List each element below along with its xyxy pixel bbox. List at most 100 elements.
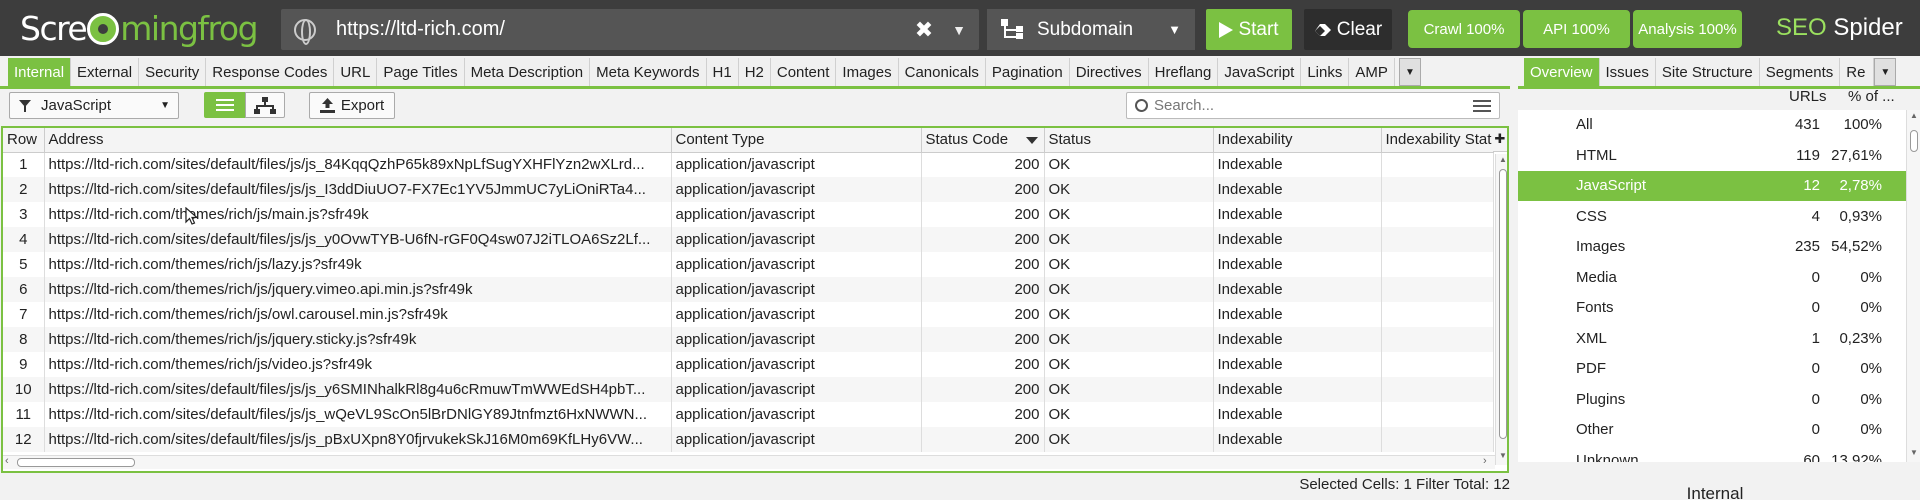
cell-status[interactable]: OK	[1044, 302, 1214, 327]
cell-row-number[interactable]: 8	[3, 327, 45, 352]
cell-status[interactable]: OK	[1044, 152, 1214, 177]
cell-status-code[interactable]: 200	[921, 202, 1045, 227]
table-row[interactable]: 12 https://ltd-rich.com/sites/default/fil…	[3, 427, 1494, 452]
clear-button[interactable]: Clear	[1304, 9, 1392, 50]
cell-indexability[interactable]: Indexable	[1213, 202, 1382, 227]
cell-indexability[interactable]: Indexable	[1213, 327, 1382, 352]
cell-content-type[interactable]: application/javascript	[671, 177, 922, 202]
cell-status-code[interactable]: 200	[921, 302, 1045, 327]
column-header-indexability-stat[interactable]: Indexability Stat	[1381, 128, 1494, 153]
tab-h2[interactable]: H2	[738, 58, 771, 86]
crawl-mode-select[interactable]: Subdomain ▼	[987, 9, 1195, 50]
cell-content-type[interactable]: application/javascript	[671, 227, 922, 252]
overview-row-all[interactable]: All 431 100%	[1518, 110, 1906, 140]
cell-status-code[interactable]: 200	[921, 327, 1045, 352]
column-header-row[interactable]: Row	[3, 128, 45, 153]
cell-status[interactable]: OK	[1044, 352, 1214, 377]
table-row[interactable]: 7 https://ltd-rich.com/themes/rich/js/owl…	[3, 302, 1494, 327]
scroll-right-icon[interactable]: ›	[1483, 455, 1487, 467]
scrollbar-thumb[interactable]	[1910, 130, 1918, 152]
cell-indexability-status[interactable]	[1381, 402, 1494, 427]
tab-canonicals[interactable]: Canonicals	[898, 58, 986, 86]
overview-row-other[interactable]: Other 0 0%	[1518, 415, 1906, 445]
cell-indexability-status[interactable]	[1381, 227, 1494, 252]
overview-row-plugins[interactable]: Plugins 0 0%	[1518, 384, 1906, 414]
cell-status-code[interactable]: 200	[921, 252, 1045, 277]
table-row[interactable]: 9 https://ltd-rich.com/themes/rich/js/vid…	[3, 352, 1494, 377]
tab-javascript[interactable]: JavaScript	[1218, 58, 1302, 86]
cell-address[interactable]: https://ltd-rich.com/sites/default/files…	[44, 377, 672, 402]
tab-links[interactable]: Links	[1301, 58, 1350, 86]
cell-row-number[interactable]: 7	[3, 302, 45, 327]
right-tab-re[interactable]: Re	[1840, 58, 1875, 86]
cell-content-type[interactable]: application/javascript	[671, 252, 922, 277]
tab-page-titles[interactable]: Page Titles	[377, 58, 465, 86]
cell-indexability[interactable]: Indexable	[1213, 177, 1382, 202]
overview-row-fonts[interactable]: Fonts 0 0%	[1518, 293, 1906, 323]
add-column-icon[interactable]: ✚	[1493, 128, 1507, 152]
cell-content-type[interactable]: application/javascript	[671, 277, 922, 302]
cell-content-type[interactable]: application/javascript	[671, 327, 922, 352]
clear-url-icon[interactable]: ✖	[909, 17, 939, 43]
tab-amp[interactable]: AMP	[1349, 58, 1395, 86]
right-tab-site-structure[interactable]: Site Structure	[1655, 58, 1760, 86]
overview-row-images[interactable]: Images 235 54,52%	[1518, 232, 1906, 262]
cell-address[interactable]: https://ltd-rich.com/themes/rich/js/main…	[44, 202, 672, 227]
cell-indexability-status[interactable]	[1381, 277, 1494, 302]
cell-content-type[interactable]: application/javascript	[671, 427, 922, 452]
overview-row-media[interactable]: Media 0 0%	[1518, 262, 1906, 292]
cell-row-number[interactable]: 5	[3, 252, 45, 277]
overview-scrollbar[interactable]: ▲ ▼	[1906, 110, 1920, 462]
url-history-dropdown-icon[interactable]: ▼	[939, 22, 979, 38]
tab-content[interactable]: Content	[770, 58, 837, 86]
scroll-down-icon[interactable]: ▼	[1910, 448, 1918, 457]
overview-col-percent[interactable]: % of ...	[1848, 88, 1895, 105]
list-view-button[interactable]	[204, 92, 245, 118]
cell-status-code[interactable]: 200	[921, 352, 1045, 377]
cell-indexability-status[interactable]	[1381, 327, 1494, 352]
cell-status[interactable]: OK	[1044, 252, 1214, 277]
cell-indexability[interactable]: Indexable	[1213, 152, 1382, 177]
cell-status[interactable]: OK	[1044, 277, 1214, 302]
cell-status-code[interactable]: 200	[921, 377, 1045, 402]
cell-status-code[interactable]: 200	[921, 177, 1045, 202]
cell-row-number[interactable]: 4	[3, 227, 45, 252]
overview-row-pdf[interactable]: PDF 0 0%	[1518, 354, 1906, 384]
tab-hreflang[interactable]: Hreflang	[1148, 58, 1219, 86]
right-tab-issues[interactable]: Issues	[1599, 58, 1656, 86]
tab-url[interactable]: URL	[334, 58, 378, 86]
cell-status[interactable]: OK	[1044, 427, 1214, 452]
tab-meta-keywords[interactable]: Meta Keywords	[590, 58, 707, 86]
overview-row-javascript[interactable]: JavaScript 12 2,78%	[1518, 170, 1906, 201]
cell-content-type[interactable]: application/javascript	[671, 402, 922, 427]
cell-indexability-status[interactable]	[1381, 177, 1494, 202]
cell-row-number[interactable]: 12	[3, 427, 45, 452]
table-row[interactable]: 11 https://ltd-rich.com/sites/default/fil…	[3, 402, 1494, 427]
url-value[interactable]: https://ltd-rich.com/	[336, 18, 909, 41]
table-row[interactable]: 2 https://ltd-rich.com/sites/default/file…	[3, 177, 1494, 202]
cell-address[interactable]: https://ltd-rich.com/sites/default/files…	[44, 152, 672, 177]
cell-row-number[interactable]: 2	[3, 177, 45, 202]
overview-row-xml[interactable]: XML 1 0,23%	[1518, 323, 1906, 353]
overview-row-html[interactable]: HTML 119 27,61%	[1518, 140, 1906, 170]
table-row[interactable]: 6 https://ltd-rich.com/themes/rich/js/jqu…	[3, 277, 1494, 302]
scroll-up-icon[interactable]: ▲	[1499, 155, 1507, 164]
cell-address[interactable]: https://ltd-rich.com/themes/rich/js/jque…	[44, 277, 672, 302]
cell-address[interactable]: https://ltd-rich.com/sites/default/files…	[44, 402, 672, 427]
cell-content-type[interactable]: application/javascript	[671, 202, 922, 227]
cell-address[interactable]: https://ltd-rich.com/sites/default/files…	[44, 227, 672, 252]
table-row[interactable]: 10 https://ltd-rich.com/sites/default/fil…	[3, 377, 1494, 402]
cell-indexability[interactable]: Indexable	[1213, 277, 1382, 302]
url-input[interactable]: https://ltd-rich.com/ ✖ ▼	[281, 9, 979, 50]
table-row[interactable]: 8 https://ltd-rich.com/themes/rich/js/jqu…	[3, 327, 1494, 352]
filter-dropdown[interactable]: JavaScript ▼	[9, 92, 179, 119]
cell-status-code[interactable]: 200	[921, 402, 1045, 427]
column-header-status[interactable]: Status	[1044, 128, 1214, 153]
table-horizontal-scrollbar[interactable]: ‹ ›	[3, 455, 1495, 469]
table-row[interactable]: 1 https://ltd-rich.com/sites/default/file…	[3, 152, 1494, 177]
cell-indexability-status[interactable]	[1381, 152, 1494, 177]
tab-pagination[interactable]: Pagination	[985, 58, 1070, 86]
cell-row-number[interactable]: 6	[3, 277, 45, 302]
overview-col-urls[interactable]: URLs	[1789, 88, 1827, 105]
sort-descending-icon[interactable]	[1025, 137, 1038, 144]
